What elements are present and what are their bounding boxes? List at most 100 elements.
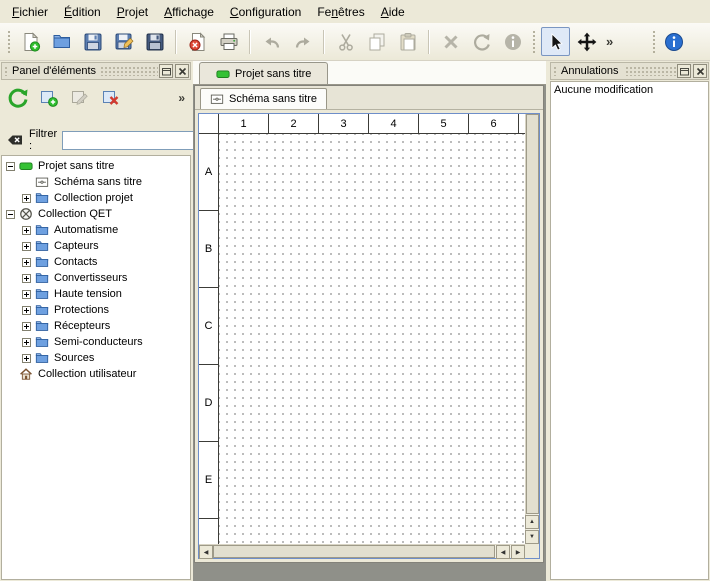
panel-toolbar-overflow-button[interactable]: » (178, 91, 188, 105)
toolbar-drag-handle[interactable] (651, 29, 657, 55)
select-tool-button[interactable] (541, 27, 570, 56)
toolbar-drag-handle[interactable] (531, 29, 537, 55)
delete-element-button[interactable] (97, 85, 124, 112)
tree-item-protections[interactable]: Protections (2, 302, 190, 318)
new-element-button[interactable] (35, 85, 62, 112)
horizontal-scroll-thumb[interactable] (213, 545, 495, 558)
tree-item-semi-conducteurs[interactable]: Semi-conducteurs (2, 334, 190, 350)
expand-expander-icon[interactable] (22, 274, 31, 283)
undo-dock-titlebar[interactable]: Annulations (550, 62, 709, 80)
tree-item-sources[interactable]: Sources (2, 350, 190, 366)
tree-item-convertisseurs[interactable]: Convertisseurs (2, 270, 190, 286)
mdi-area: Projet sans titre Schéma sans titre 1 2 … (193, 61, 546, 581)
expand-expander-icon[interactable] (22, 338, 31, 347)
scroll-right-button[interactable]: ▶ (511, 545, 525, 559)
vertical-scrollbar[interactable]: ▲ ▼ (525, 114, 539, 544)
tree-item-collection-projet[interactable]: Collection projet (2, 190, 190, 206)
menu-projet[interactable]: Projet (109, 2, 156, 22)
about-button[interactable] (659, 27, 688, 56)
new-project-button[interactable] (16, 27, 45, 56)
row-header: D (199, 365, 218, 442)
menu-affichage[interactable]: Affichage (156, 2, 222, 22)
row-header: B (199, 211, 218, 288)
scroll-left-button[interactable]: ◀ (199, 545, 213, 559)
column-header: 3 (319, 114, 369, 133)
expand-expander-icon[interactable] (22, 194, 31, 203)
collapse-expander-icon[interactable] (6, 210, 15, 219)
expand-expander-icon[interactable] (22, 290, 31, 299)
cut-button[interactable] (331, 27, 360, 56)
tree-item-recepteurs[interactable]: Récepteurs (2, 318, 190, 334)
tree-item-collection-utilisateur[interactable]: Collection utilisateur (2, 366, 190, 382)
toolbar-separator (249, 30, 251, 54)
undo-button[interactable] (257, 27, 286, 56)
menu-fenetres[interactable]: Fenêtres (309, 2, 372, 22)
undo-history-list[interactable]: Aucune modification (550, 81, 709, 580)
vertical-scroll-thumb[interactable] (526, 114, 539, 514)
save-as-button[interactable] (109, 27, 138, 56)
delete-button[interactable] (436, 27, 465, 56)
menu-edition[interactable]: Édition (56, 2, 109, 22)
expand-expander-icon[interactable] (22, 322, 31, 331)
dock-float-button[interactable] (159, 64, 173, 78)
paste-icon (398, 32, 418, 52)
rotate-button[interactable] (467, 27, 496, 56)
elements-panel-title: Panel d'éléments (7, 65, 101, 77)
save-as-icon (114, 32, 134, 52)
menu-aide[interactable]: Aide (373, 2, 413, 22)
tree-item-capteurs[interactable]: Capteurs (2, 238, 190, 254)
tree-item-collection-qet[interactable]: Collection QET (2, 206, 190, 222)
collapse-expander-icon[interactable] (6, 162, 15, 171)
print-button[interactable] (214, 27, 243, 56)
tree-item-projet-sans-titre[interactable]: Projet sans titre (2, 158, 190, 174)
clear-filter-button[interactable] (6, 131, 24, 149)
scroll-up-button[interactable]: ▲ (525, 515, 539, 529)
scroll-down-button[interactable]: ▼ (525, 530, 539, 544)
filter-input[interactable] (62, 131, 212, 150)
elements-panel-toolbar: » (0, 80, 192, 116)
toolbar-separator (175, 30, 177, 54)
dock-close-button[interactable] (175, 64, 189, 78)
menu-configuration[interactable]: Configuration (222, 2, 309, 22)
close-project-button[interactable] (183, 27, 212, 56)
toolbar-overflow-button[interactable]: » (603, 34, 616, 49)
dock-close-button[interactable] (693, 64, 707, 78)
menu-fichier[interactable]: Fichier (4, 2, 56, 22)
tab-projet-sans-titre[interactable]: Projet sans titre (199, 62, 328, 84)
folder-icon (35, 239, 49, 253)
close-icon (695, 66, 706, 77)
toolbar-drag-handle[interactable] (6, 29, 12, 55)
expand-expander-icon[interactable] (22, 226, 31, 235)
redo-button[interactable] (288, 27, 317, 56)
expand-expander-icon[interactable] (22, 354, 31, 363)
edit-element-button[interactable] (66, 85, 93, 112)
save-all-button[interactable] (140, 27, 169, 56)
tree-item-label: Collection projet (53, 192, 133, 204)
schema-view[interactable]: 1 2 3 4 5 6 A B C D E (198, 113, 540, 559)
expand-expander-icon[interactable] (22, 242, 31, 251)
expand-expander-icon[interactable] (22, 258, 31, 267)
paste-button[interactable] (393, 27, 422, 56)
move-tool-button[interactable] (572, 27, 601, 56)
elements-panel-titlebar[interactable]: Panel d'éléments (1, 62, 191, 80)
tab-schema-sans-titre[interactable]: Schéma sans titre (200, 88, 327, 109)
reload-collections-button[interactable] (4, 85, 31, 112)
undo-dock-title: Annulations (556, 65, 624, 77)
dock-float-button[interactable] (677, 64, 691, 78)
tree-item-schema-sans-titre[interactable]: Schéma sans titre (2, 174, 190, 190)
expand-expander-icon[interactable] (22, 306, 31, 315)
new-element-icon (39, 88, 59, 108)
schema-grid-canvas[interactable] (219, 134, 525, 544)
horizontal-scrollbar[interactable]: ◀ ◀ ▶ (199, 544, 525, 558)
save-button[interactable] (78, 27, 107, 56)
open-project-button[interactable] (47, 27, 76, 56)
tree-item-haute-tension[interactable]: Haute tension (2, 286, 190, 302)
element-info-button[interactable] (498, 27, 527, 56)
copy-button[interactable] (362, 27, 391, 56)
schema-icon (35, 175, 49, 189)
redo-icon (293, 32, 313, 52)
scroll-left-button-2[interactable]: ◀ (496, 545, 510, 559)
row-headers: A B C D E (199, 134, 219, 544)
tree-item-contacts[interactable]: Contacts (2, 254, 190, 270)
tree-item-automatisme[interactable]: Automatisme (2, 222, 190, 238)
